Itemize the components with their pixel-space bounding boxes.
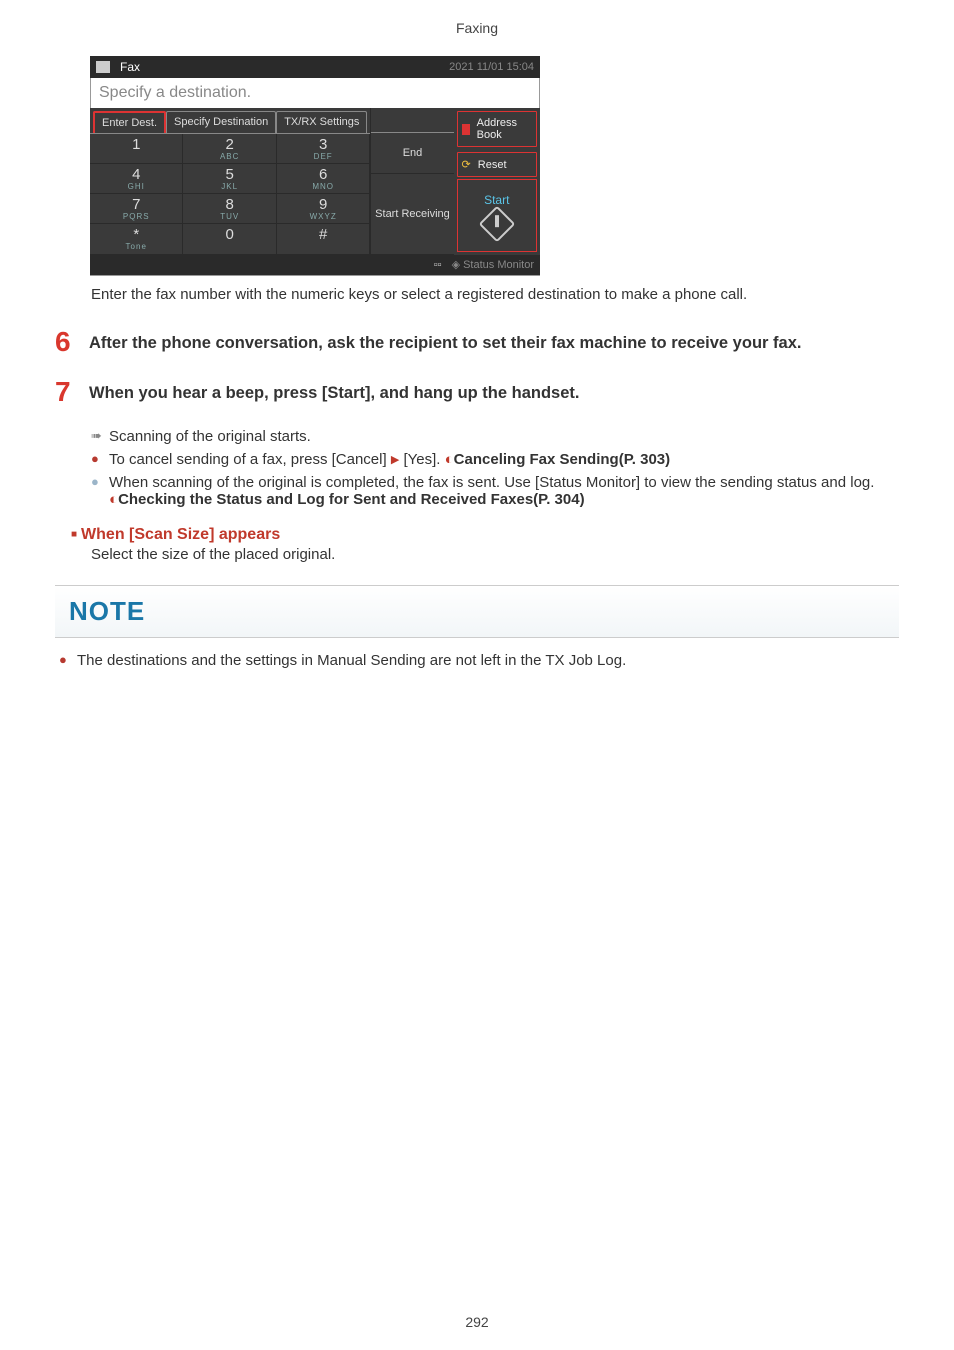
bullet-icon: ● bbox=[91, 451, 109, 468]
end-button[interactable]: End bbox=[371, 132, 453, 174]
bullet-icon: ● bbox=[59, 652, 77, 669]
step-number: 7 bbox=[55, 378, 89, 406]
key-6[interactable]: 6MNO bbox=[277, 164, 370, 194]
key-2[interactable]: 2ABC bbox=[183, 134, 276, 164]
scan-size-body: Select the size of the placed original. bbox=[91, 546, 899, 563]
screen-subtitle: Specify a destination. bbox=[90, 78, 540, 108]
key-5[interactable]: 5JKL bbox=[183, 164, 276, 194]
key-4[interactable]: 4GHI bbox=[90, 164, 183, 194]
fax-icon bbox=[96, 61, 110, 73]
reset-button[interactable]: ⟳Reset bbox=[457, 152, 537, 177]
step-7-bullet-2: ● When scanning of the original is compl… bbox=[91, 474, 899, 508]
start-button[interactable]: Start bbox=[457, 179, 537, 252]
screen-timestamp: 2021 11/01 15:04 bbox=[449, 61, 540, 73]
screen-title: Fax bbox=[120, 60, 140, 74]
page-number: 292 bbox=[0, 1314, 954, 1330]
key-7[interactable]: 7PQRS bbox=[90, 194, 183, 224]
key-star[interactable]: *Tone bbox=[90, 224, 183, 254]
step-title: After the phone conversation, ask the re… bbox=[89, 332, 899, 356]
step-7: 7 When you hear a beep, press [Start], a… bbox=[55, 378, 899, 406]
scan-size-heading: When [Scan Size] appears bbox=[71, 526, 899, 544]
status-monitor-button[interactable]: Status Monitor bbox=[463, 259, 534, 271]
key-9[interactable]: 9WXYZ bbox=[277, 194, 370, 224]
page-header: Faxing bbox=[55, 20, 899, 36]
step-7-note-1: ➠ Scanning of the original starts. bbox=[91, 428, 899, 445]
link-icon: ◐ bbox=[109, 491, 118, 508]
address-book-icon bbox=[462, 124, 470, 135]
network-icon: ▫▫ bbox=[434, 259, 442, 271]
start-receiving-button[interactable]: Start Receiving bbox=[371, 174, 453, 255]
tab-specify-destination[interactable]: Specify Destination bbox=[166, 111, 276, 133]
start-icon bbox=[478, 206, 515, 243]
key-0[interactable]: 0 bbox=[183, 224, 276, 254]
link-status-log[interactable]: Checking the Status and Log for Sent and… bbox=[118, 491, 585, 508]
address-book-button[interactable]: Address Book bbox=[457, 111, 537, 147]
key-3[interactable]: 3DEF bbox=[277, 134, 370, 164]
screenshot-caption: Enter the fax number with the numeric ke… bbox=[91, 286, 899, 303]
tab-enter-dest[interactable]: Enter Dest. bbox=[93, 111, 166, 133]
arrow-icon: ➠ bbox=[91, 428, 109, 445]
key-1[interactable]: 1 bbox=[90, 134, 183, 164]
bullet-icon: ● bbox=[91, 474, 109, 508]
link-cancel-fax[interactable]: Canceling Fax Sending(P. 303) bbox=[454, 451, 670, 468]
step-number: 6 bbox=[55, 328, 89, 356]
reset-icon: ⟳ bbox=[462, 158, 471, 171]
step-title: When you hear a beep, press [Start], and… bbox=[89, 382, 899, 406]
note-item: ● The destinations and the settings in M… bbox=[59, 652, 899, 669]
step-6: 6 After the phone conversation, ask the … bbox=[55, 328, 899, 356]
step-7-bullet-1: ● To cancel sending of a fax, press [Can… bbox=[91, 451, 899, 468]
link-icon: ◐ bbox=[445, 451, 454, 468]
key-8[interactable]: 8TUV bbox=[183, 194, 276, 224]
device-screenshot: Fax 2021 11/01 15:04 Specify a destinati… bbox=[90, 56, 540, 276]
note-heading: NOTE bbox=[55, 585, 899, 638]
key-hash[interactable]: # bbox=[277, 224, 370, 254]
tab-txrx-settings[interactable]: TX/RX Settings bbox=[276, 111, 367, 133]
